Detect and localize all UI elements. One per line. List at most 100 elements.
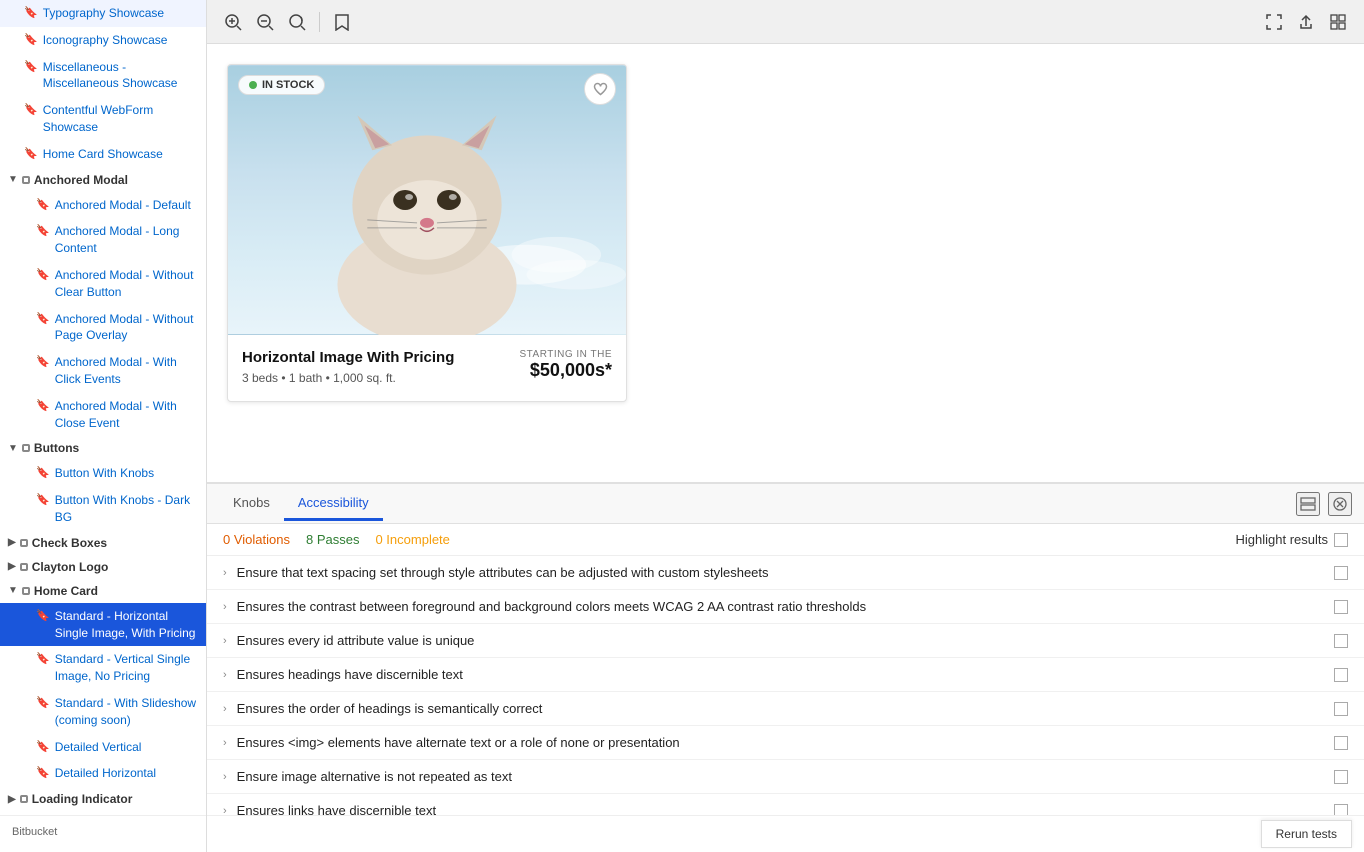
sidebar-label-anchored-modal-default: Anchored Modal - Default (55, 197, 191, 214)
bookmark-icon: 🔖 (24, 33, 38, 48)
a11y-row-check-1[interactable] (1334, 600, 1348, 614)
bookmark-icon: 🔖 (36, 740, 50, 755)
favorite-button[interactable] (584, 73, 616, 105)
sidebar-item-detailed-vertical[interactable]: 🔖 Detailed Vertical (0, 734, 206, 761)
sidebar-item-anchored-modal-no-clear[interactable]: 🔖 Anchored Modal - Without Clear Button (0, 262, 206, 306)
group-dot-icon (22, 176, 30, 184)
rerun-tests-button[interactable]: Rerun tests (1261, 820, 1352, 848)
card-price-wrap: STARTING IN THE $50,000s* (519, 349, 612, 381)
sidebar-item-anchored-modal-default[interactable]: 🔖 Anchored Modal - Default (0, 192, 206, 219)
a11y-row[interactable]: › Ensures links have discernible text (207, 794, 1364, 815)
sidebar-item-standard-horizontal[interactable]: 🔖 Standard - Horizontal Single Image, Wi… (0, 603, 206, 647)
sidebar-item-contentful[interactable]: 🔖 Contentful WebForm Showcase (0, 97, 206, 141)
sidebar-group-loading-indicator[interactable]: ▶ Loading Indicator (0, 787, 206, 811)
sidebar-item-button-knobs-dark[interactable]: 🔖 Button With Knobs - Dark BG (0, 487, 206, 531)
a11y-row-check-5[interactable] (1334, 736, 1348, 750)
bookmark-icon: 🔖 (36, 609, 50, 624)
a11y-row-text-5: Ensures <img> elements have alternate te… (237, 735, 1334, 750)
chevron-down-icon: ▼ (8, 585, 18, 596)
group-dot-icon (20, 563, 28, 571)
sidebar: 🔖 Typography Showcase 🔖 Iconography Show… (0, 0, 207, 852)
sidebar-label-loading-indicator: Loading Indicator (32, 792, 133, 806)
sidebar-item-anchored-modal-long[interactable]: 🔖 Anchored Modal - Long Content (0, 218, 206, 262)
tab-accessibility[interactable]: Accessibility (284, 487, 383, 521)
a11y-row-check-7[interactable] (1334, 804, 1348, 816)
sidebar-label-anchored-modal-long: Anchored Modal - Long Content (55, 223, 198, 257)
a11y-row[interactable]: › Ensures every id attribute value is un… (207, 624, 1364, 658)
a11y-list: › Ensure that text spacing set through s… (207, 556, 1364, 815)
sidebar-item-iconography[interactable]: 🔖 Iconography Showcase (0, 27, 206, 54)
a11y-row[interactable]: › Ensures the order of headings is seman… (207, 692, 1364, 726)
sidebar-group-check-boxes[interactable]: ▶ Check Boxes (0, 531, 206, 555)
sidebar-item-anchored-modal-click[interactable]: 🔖 Anchored Modal - With Click Events (0, 349, 206, 393)
share-button[interactable] (1292, 8, 1320, 36)
chevron-right-icon[interactable]: › (223, 771, 227, 783)
card-price: $50,000s* (519, 360, 612, 381)
chevron-right-icon[interactable]: › (223, 669, 227, 681)
sidebar-group-buttons[interactable]: ▼ Buttons (0, 436, 206, 460)
sidebar-label-anchored-modal: Anchored Modal (34, 173, 128, 187)
highlight-checkbox[interactable] (1334, 533, 1348, 547)
chevron-right-icon[interactable]: › (223, 737, 227, 749)
sidebar-group-anchored-modal[interactable]: ▼ Anchored Modal (0, 168, 206, 192)
panel-tab-icons (1296, 492, 1352, 516)
card-image (228, 65, 626, 335)
chevron-right-icon[interactable]: › (223, 703, 227, 715)
a11y-row-text-1: Ensures the contrast between foreground … (237, 599, 1334, 614)
sidebar-group-clayton-logo[interactable]: ▶ Clayton Logo (0, 555, 206, 579)
a11y-row-text-7: Ensures links have discernible text (237, 803, 1334, 815)
chevron-right-icon[interactable]: › (223, 635, 227, 647)
badge-text: IN STOCK (262, 79, 314, 91)
grid-button[interactable] (1324, 8, 1352, 36)
bookmark-icon: 🔖 (36, 696, 50, 711)
card-body: Horizontal Image With Pricing 3 beds • 1… (228, 335, 626, 401)
chevron-right-icon[interactable]: › (223, 805, 227, 816)
bookmark-icon: 🔖 (36, 399, 50, 414)
passes-count: 8 Passes (306, 532, 359, 547)
a11y-row-check-4[interactable] (1334, 702, 1348, 716)
card-info: Horizontal Image With Pricing 3 beds • 1… (242, 349, 454, 385)
bookmark-icon: 🔖 (36, 268, 50, 283)
sidebar-label-standard-slideshow: Standard - With Slideshow (coming soon) (55, 695, 198, 729)
incomplete-count: 0 Incomplete (375, 532, 449, 547)
sidebar-item-home-card-showcase[interactable]: 🔖 Home Card Showcase (0, 141, 206, 168)
a11y-row-text-0: Ensure that text spacing set through sty… (237, 565, 1334, 580)
panel-close-button[interactable] (1328, 492, 1352, 516)
sidebar-item-standard-slideshow[interactable]: 🔖 Standard - With Slideshow (coming soon… (0, 690, 206, 734)
a11y-row-check-3[interactable] (1334, 668, 1348, 682)
chevron-right-icon[interactable]: › (223, 567, 227, 579)
sidebar-label-detailed-vertical: Detailed Vertical (55, 739, 142, 756)
sidebar-label-button-knobs: Button With Knobs (55, 465, 154, 482)
bookmark-icon: 🔖 (36, 198, 50, 213)
sidebar-item-miscellaneous[interactable]: 🔖 Miscellaneous - Miscellaneous Showcase (0, 54, 206, 98)
zoom-in-button[interactable] (219, 8, 247, 36)
tab-accessibility-label: Accessibility (298, 495, 369, 510)
zoom-out-button[interactable] (251, 8, 279, 36)
a11y-row[interactable]: › Ensures headings have discernible text (207, 658, 1364, 692)
a11y-row[interactable]: › Ensure image alternative is not repeat… (207, 760, 1364, 794)
sidebar-item-anchored-modal-close[interactable]: 🔖 Anchored Modal - With Close Event (0, 393, 206, 437)
sidebar-label-miscellaneous: Miscellaneous - Miscellaneous Showcase (43, 59, 198, 93)
zoom-reset-button[interactable] (283, 8, 311, 36)
fullscreen-button[interactable] (1260, 8, 1288, 36)
chevron-right-icon[interactable]: › (223, 601, 227, 613)
sidebar-label-typography: Typography Showcase (43, 5, 164, 22)
sidebar-item-typography[interactable]: 🔖 Typography Showcase (0, 0, 206, 27)
sidebar-group-home-card[interactable]: ▼ Home Card (0, 579, 206, 603)
bookmark-icon: 🔖 (24, 6, 38, 21)
sidebar-item-button-knobs[interactable]: 🔖 Button With Knobs (0, 460, 206, 487)
panel-layout-button[interactable] (1296, 492, 1320, 516)
violations-count: 0 Violations (223, 532, 290, 547)
sidebar-item-standard-vertical[interactable]: 🔖 Standard - Vertical Single Image, No P… (0, 646, 206, 690)
sidebar-item-detailed-horizontal[interactable]: 🔖 Detailed Horizontal (0, 760, 206, 787)
a11y-row[interactable]: › Ensures <img> elements have alternate … (207, 726, 1364, 760)
a11y-row-check-0[interactable] (1334, 566, 1348, 580)
tab-knobs[interactable]: Knobs (219, 487, 284, 521)
a11y-row-check-2[interactable] (1334, 634, 1348, 648)
a11y-row-check-6[interactable] (1334, 770, 1348, 784)
sidebar-item-anchored-modal-no-overlay[interactable]: 🔖 Anchored Modal - Without Page Overlay (0, 306, 206, 350)
sidebar-footer: Bitbucket (0, 815, 206, 848)
a11y-row[interactable]: › Ensure that text spacing set through s… (207, 556, 1364, 590)
a11y-row[interactable]: › Ensures the contrast between foregroun… (207, 590, 1364, 624)
bookmark-button[interactable] (328, 8, 356, 36)
